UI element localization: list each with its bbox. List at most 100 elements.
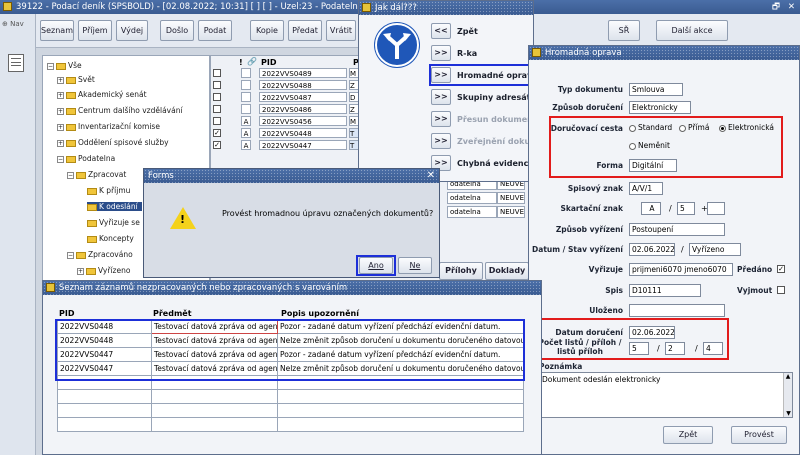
list-item[interactable]: odatelnaNEUVE	[447, 192, 525, 204]
jak-dal-item-label[interactable]: Přesun dokumen	[457, 115, 533, 124]
tree-item-zpracovat[interactable]: − Zpracovat	[67, 170, 126, 179]
toolbar-doslo-button[interactable]: Došlo	[160, 20, 194, 41]
close-icon[interactable]: ✕	[788, 0, 795, 14]
ne-button[interactable]: Ne	[398, 257, 432, 274]
vyjmout-checkbox[interactable]	[777, 285, 785, 294]
expand-icon[interactable]: +	[57, 107, 64, 115]
table-row[interactable]	[57, 417, 524, 432]
col-header-popis[interactable]: Popis upozornění	[281, 309, 359, 318]
spisovy-znak-field[interactable]: A/V/1	[629, 182, 663, 195]
row-pid: 2022VVS0488	[259, 80, 347, 90]
row-checkbox[interactable]: ✓	[213, 129, 221, 137]
toolbar-seznam-button[interactable]: Seznam	[40, 20, 74, 41]
jak-dal-arrow-button[interactable]: >>	[431, 111, 451, 127]
tree-item-k-prijmu[interactable]: K příjmu	[87, 186, 130, 195]
jak-dal-arrow-button[interactable]: <<	[431, 23, 451, 39]
toolbar-vydej-button[interactable]: Výdej	[116, 20, 148, 41]
tree-item-svet[interactable]: + Svět	[57, 75, 95, 84]
tree-item-zpracovano[interactable]: − Zpracováno	[67, 250, 133, 259]
collapse-icon[interactable]: −	[67, 251, 74, 259]
row-checkbox[interactable]	[213, 69, 221, 77]
tree-item-vse[interactable]: − Vše	[47, 61, 82, 70]
collapse-icon[interactable]: −	[57, 155, 64, 163]
jak-dal-item-label[interactable]: Skupiny adresátů	[457, 93, 536, 102]
scroll-down-icon[interactable]: ▼	[784, 410, 793, 417]
datum-vyrizeni-field[interactable]: 02.06.2022	[629, 243, 675, 256]
list-item[interactable]: ✓ A 2022VVS0448 T	[213, 128, 359, 139]
tree-item-inventarizacni[interactable]: + Inventarizační komise	[57, 122, 160, 131]
tab-dalsi-akce[interactable]: Další akce	[656, 20, 728, 41]
document-icon[interactable]	[8, 54, 24, 72]
toolbar-vratit-button[interactable]: Vrátit	[326, 20, 356, 41]
collapse-icon[interactable]: −	[47, 62, 54, 70]
list-item[interactable]: A 2022VVS0456 M	[213, 116, 359, 127]
tree-item-koncepty[interactable]: Koncepty	[87, 234, 134, 243]
jak-dal-item-label[interactable]: Zpět	[457, 27, 478, 36]
toolbar-podat-button[interactable]: Podat	[198, 20, 232, 41]
restore-icon[interactable]: 🗗	[772, 0, 780, 14]
row-checkbox[interactable]	[213, 105, 221, 113]
toolbar-prijem-button[interactable]: Příjem	[78, 20, 112, 41]
col-header-pid[interactable]: PID	[59, 309, 74, 318]
spis-field[interactable]: D10111	[629, 284, 701, 297]
stav-vyrizeni-field[interactable]: Vyřízeno	[689, 243, 741, 256]
toolbar-predat-button[interactable]: Předat	[288, 20, 322, 41]
provest-button[interactable]: Provést	[731, 426, 787, 444]
ulozeno-field[interactable]	[629, 304, 725, 317]
row-checkbox[interactable]	[213, 81, 221, 89]
highlight-hromadne-opravy	[429, 64, 533, 86]
toolbar-kopie-button[interactable]: Kopie	[250, 20, 284, 41]
jak-dal-arrow-button[interactable]: >>	[431, 89, 451, 105]
zpusob-vyrizeni-field[interactable]: Postoupení	[629, 223, 725, 236]
skartacni-c-field[interactable]	[707, 202, 725, 215]
list-header-pid[interactable]: PID	[261, 58, 276, 67]
vyrizuje-field[interactable]: prijmeni6070 jmeno6070	[629, 263, 733, 276]
tree-item-oddeleni[interactable]: + Oddělení spisové služby	[57, 138, 169, 147]
skartacni-b-field[interactable]: 5	[677, 202, 695, 215]
predano-checkbox[interactable]: ✓	[777, 264, 785, 273]
textarea-scrollbar[interactable]: ▲ ▼	[783, 373, 792, 417]
list-item[interactable]: ✓ A 2022VVS0447 T	[213, 140, 359, 151]
jak-dal-item-label[interactable]: R-ka	[457, 49, 477, 58]
list-item[interactable]: odatelnaNEUVE	[447, 206, 525, 218]
table-cell-pid	[57, 417, 152, 432]
list-item[interactable]: 2022VVS0488 Z	[213, 80, 359, 91]
expand-icon[interactable]: +	[57, 139, 64, 147]
jak-dal-arrow-button[interactable]: >>	[431, 133, 451, 149]
jak-dal-arrow-button[interactable]: >>	[431, 45, 451, 61]
row-checkbox[interactable]	[213, 93, 221, 101]
tree-item-centrum[interactable]: + Centrum dalšího vzdělávání	[57, 106, 183, 115]
col-header-predmet[interactable]: Předmět	[153, 309, 192, 318]
list-item[interactable]: 2022VVS0487 D	[213, 92, 359, 103]
tree-item-akademicky-senat[interactable]: + Akademický senát	[57, 90, 147, 99]
poznamka-textarea[interactable]: Dokument odeslán elektronicky ▲ ▼	[539, 372, 793, 418]
expand-icon[interactable]: +	[77, 267, 84, 275]
jak-dal-item-label[interactable]: Chybná evidence	[457, 159, 534, 168]
expand-icon[interactable]: +	[57, 76, 64, 84]
tree-item-k-odeslani[interactable]: K odeslání	[87, 202, 142, 211]
expand-icon[interactable]: +	[57, 123, 64, 131]
collapse-icon[interactable]: −	[67, 171, 74, 179]
nav-label[interactable]: ⊕ Nav	[2, 20, 24, 28]
skartacni-a-field[interactable]: A	[641, 202, 661, 215]
expand-icon[interactable]: +	[57, 91, 64, 99]
tree-item-vyrizeno[interactable]: + Vyřízeno	[77, 266, 130, 275]
jak-dal-item-label[interactable]: Zveřejnění dokum	[457, 137, 538, 146]
tree-item-vyrizuje-se[interactable]: Vyřizuje se	[87, 218, 140, 227]
typ-dokumentu-field[interactable]: Smlouva	[629, 83, 683, 96]
table-row[interactable]	[57, 403, 524, 418]
list-item[interactable]: 2022VVS0486 Z	[213, 104, 359, 115]
list-header-excl[interactable]: !	[239, 58, 243, 67]
table-row[interactable]	[57, 389, 524, 404]
close-icon[interactable]: ✕	[427, 169, 435, 183]
row-checkbox[interactable]	[213, 117, 221, 125]
list-item[interactable]: 2022VVS0489 M	[213, 68, 359, 79]
tree-item-podatelna[interactable]: − Podatelna	[57, 154, 115, 163]
zpusob-doruceni-field[interactable]: Elektronicky	[629, 101, 691, 114]
tab-prilohy[interactable]: Přílohy	[439, 262, 483, 280]
tab-doklady[interactable]: Doklady	[485, 262, 529, 280]
tab-sr[interactable]: SŘ	[608, 20, 640, 41]
row-checkbox[interactable]: ✓	[213, 141, 221, 149]
zpet-button[interactable]: Zpět	[663, 426, 713, 444]
scroll-up-icon[interactable]: ▲	[784, 373, 792, 380]
